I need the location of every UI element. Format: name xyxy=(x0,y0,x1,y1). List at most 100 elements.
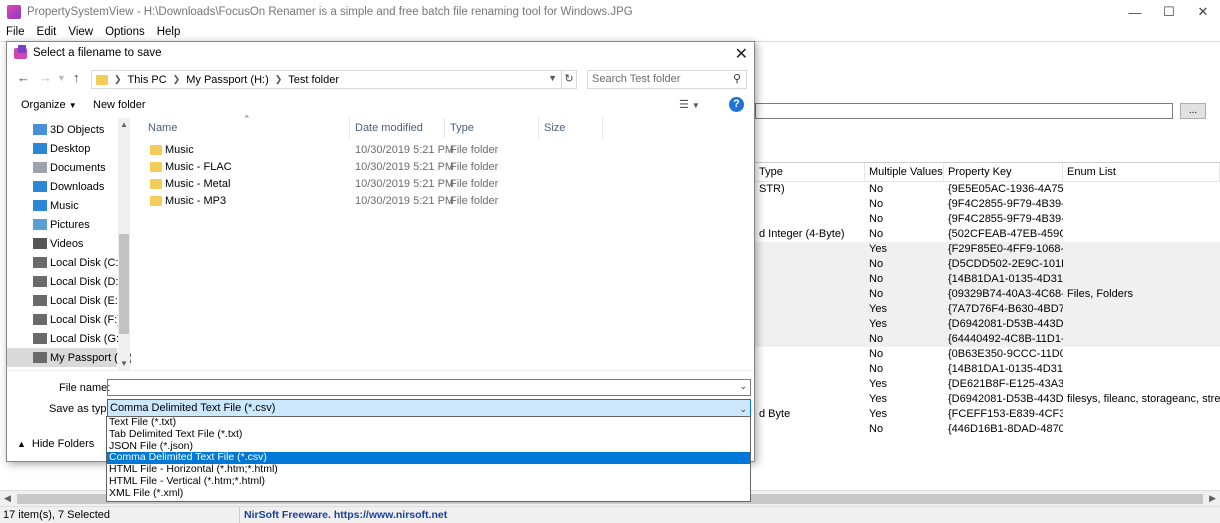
table-row[interactable]: Yes {D6942081-D53B-443D-... xyxy=(755,317,1220,332)
table-row[interactable]: No {64440492-4C8B-11D1-8... xyxy=(755,332,1220,347)
table-row[interactable]: No {446D16B1-8DAD-4870-... xyxy=(755,422,1220,437)
col-header-date-modified[interactable]: Date modified xyxy=(355,122,423,134)
dropdown-option[interactable]: HTML File - Vertical (*.htm;*.html) xyxy=(107,475,750,488)
table-row[interactable]: Yes {D6942081-D53B-443D-... filesys, filea… xyxy=(755,392,1220,407)
sidebar-item-pictures[interactable]: Pictures xyxy=(7,215,117,234)
view-options-icon[interactable]: ☰ ▼ xyxy=(679,98,700,111)
dialog-close-icon[interactable]: ✕ xyxy=(735,44,748,64)
browse-button[interactable]: ... xyxy=(1180,103,1206,119)
forward-arrow-icon[interactable]: → xyxy=(39,70,52,85)
table-row[interactable]: No {14B81DA1-0135-4D31-9... xyxy=(755,272,1220,287)
list-item[interactable]: Music - FLAC 10/30/2019 5:21 PM File folde… xyxy=(133,159,753,176)
hide-folders-label: Hide Folders xyxy=(31,438,95,450)
col-header-enum-list[interactable]: Enum List xyxy=(1063,163,1220,181)
list-item[interactable]: Music - Metal 10/30/2019 5:21 PM File fold… xyxy=(133,176,753,193)
cell-multiple-values: No xyxy=(869,423,884,435)
recent-chevron-down-icon[interactable]: ▼ xyxy=(57,73,66,83)
breadcrumb-test-folder[interactable]: Test folder xyxy=(288,74,339,86)
col-header-name[interactable]: Name xyxy=(148,122,177,134)
up-arrow-icon[interactable]: ↑ xyxy=(73,70,80,85)
sidebar-item-documents[interactable]: Documents xyxy=(7,158,117,177)
table-row[interactable]: No {9F4C2855-9F79-4B39-A... xyxy=(755,212,1220,227)
save-as-type-select[interactable]: Comma Delimited Text File (*.csv) ⌄ xyxy=(107,399,751,417)
nav-scroll-thumb[interactable] xyxy=(119,234,129,334)
main-path-input[interactable] xyxy=(755,103,1173,119)
column-divider[interactable] xyxy=(444,118,445,138)
col-header-type[interactable]: Type xyxy=(450,122,474,134)
sidebar-item-desktop[interactable]: Desktop xyxy=(7,139,117,158)
folder-icon xyxy=(150,145,162,155)
sidebar-item-label: Local Disk (D:) xyxy=(50,275,123,288)
sidebar-item-downloads[interactable]: Downloads xyxy=(7,177,117,196)
col-header-multiple-values[interactable]: Multiple Values xyxy=(865,163,944,181)
menu-edit[interactable]: Edit xyxy=(31,24,63,41)
cell-enum-list xyxy=(1063,377,1220,392)
cell-property-key: {0B63E350-9CCC-11D0-... xyxy=(948,348,1063,360)
list-item[interactable]: Music 10/30/2019 5:21 PM File folder xyxy=(133,142,753,159)
hide-folders-button[interactable]: ▲ Hide Folders xyxy=(17,438,94,450)
status-bar: 17 item(s), 7 Selected NirSoft Freeware.… xyxy=(0,506,1220,523)
menu-view[interactable]: View xyxy=(62,24,99,41)
menu-help[interactable]: Help xyxy=(151,24,187,41)
col-header-property-key[interactable]: Property Key xyxy=(944,163,1063,181)
sidebar-item-videos[interactable]: Videos xyxy=(7,234,117,253)
pictures-icon xyxy=(33,219,47,230)
sidebar-item-local-disk-e[interactable]: Local Disk (E:) xyxy=(7,291,122,310)
sidebar-item-local-disk-f[interactable]: Local Disk (F:) xyxy=(7,310,121,329)
dialog-title: Select a filename to save xyxy=(33,47,162,59)
sidebar-item-local-disk-g[interactable]: Local Disk (G:) xyxy=(7,329,123,348)
table-row[interactable]: No {09329B74-40A3-4C68-B... Files, Folders xyxy=(755,287,1220,302)
col-header-size[interactable]: Size xyxy=(544,122,565,134)
sidebar-item-label: Documents xyxy=(50,161,106,174)
table-row[interactable]: STR) No {9E5E05AC-1936-4A75-9... xyxy=(755,182,1220,197)
breadcrumb-separator-icon[interactable]: ❯ xyxy=(275,74,283,85)
help-icon[interactable]: ? xyxy=(729,97,744,112)
col-header-type[interactable]: Type xyxy=(755,163,865,181)
table-row[interactable]: d Byte Yes {FCEFF153-E839-4CF3-A... xyxy=(755,407,1220,422)
address-chevron-down-icon[interactable]: ▼ xyxy=(548,73,557,83)
column-divider[interactable] xyxy=(349,118,350,138)
save-type-chevron-down-icon[interactable]: ⌄ xyxy=(739,401,747,417)
scroll-right-icon[interactable]: ▶ xyxy=(1209,493,1216,504)
breadcrumb-separator-icon[interactable]: ❯ xyxy=(114,74,122,85)
breadcrumb-this-pc[interactable]: This PC xyxy=(128,74,167,86)
refresh-icon[interactable]: ↻ xyxy=(562,70,577,89)
maximize-icon[interactable]: ☐ xyxy=(1152,0,1186,24)
minimize-icon[interactable]: — xyxy=(1118,0,1152,24)
breadcrumb-separator-icon[interactable]: ❯ xyxy=(173,74,181,85)
list-item[interactable]: Music - MP3 10/30/2019 5:21 PM File folder xyxy=(133,193,753,210)
sidebar-item-local-disk-c[interactable]: Local Disk (C:) xyxy=(7,253,122,272)
menu-file[interactable]: File xyxy=(0,24,31,41)
organize-button[interactable]: Organize ▼ xyxy=(21,99,77,111)
table-row[interactable]: Yes {F29F85E0-4FF9-1068-A... xyxy=(755,242,1220,257)
table-row[interactable]: No {14B81DA1-0135-4D31-9... xyxy=(755,362,1220,377)
table-row[interactable]: d Integer (4-Byte) No {502CFEAB-47EB-459C-… xyxy=(755,227,1220,242)
address-bar[interactable]: ❯ This PC ❯ My Passport (H:) ❯ Test fold… xyxy=(91,70,562,89)
dropdown-option[interactable]: Tab Delimited Text File (*.txt) xyxy=(107,428,750,441)
back-arrow-icon[interactable]: ← xyxy=(17,70,30,85)
column-divider[interactable] xyxy=(602,118,603,138)
table-row[interactable]: No {D5CDD502-2E9C-101B-... xyxy=(755,257,1220,272)
table-row[interactable]: No {9F4C2855-9F79-4B39-A... xyxy=(755,197,1220,212)
nav-scroll-up-icon[interactable]: ▲ xyxy=(120,120,128,129)
scroll-left-icon[interactable]: ◀ xyxy=(4,493,11,504)
table-row[interactable]: No {0B63E350-9CCC-11D0-... xyxy=(755,347,1220,362)
breadcrumb-my-passport[interactable]: My Passport (H:) xyxy=(186,74,269,86)
sidebar-item-local-disk-d[interactable]: Local Disk (D:) xyxy=(7,272,122,291)
file-name-input[interactable]: ⌄ xyxy=(107,379,751,396)
sidebar-item-music[interactable]: Music xyxy=(7,196,117,215)
nav-scroll-down-icon[interactable]: ▼ xyxy=(120,359,128,368)
new-folder-button[interactable]: New folder xyxy=(93,99,146,111)
dropdown-option[interactable]: XML File (*.xml) xyxy=(107,487,750,500)
sidebar-item-my-passport-h[interactable]: My Passport (H:) xyxy=(7,348,131,367)
sidebar-item-3d-objects[interactable]: 3D Objects xyxy=(7,120,117,139)
menu-options[interactable]: Options xyxy=(99,24,151,41)
search-input[interactable]: Search Test folder ⚲ xyxy=(587,70,747,89)
nav-scrollbar[interactable]: ▲ ▼ xyxy=(118,118,130,370)
column-divider[interactable] xyxy=(538,118,539,138)
table-row[interactable]: Yes {7A7D76F4-B630-4BD7-9... xyxy=(755,302,1220,317)
table-row[interactable]: Yes {DE621B8F-E125-43A3-A... xyxy=(755,377,1220,392)
status-nirsoft-link[interactable]: NirSoft Freeware. https://www.nirsoft.ne… xyxy=(240,509,447,521)
close-icon[interactable]: ✕ xyxy=(1186,0,1220,24)
file-name-chevron-down-icon[interactable]: ⌄ xyxy=(739,381,747,392)
